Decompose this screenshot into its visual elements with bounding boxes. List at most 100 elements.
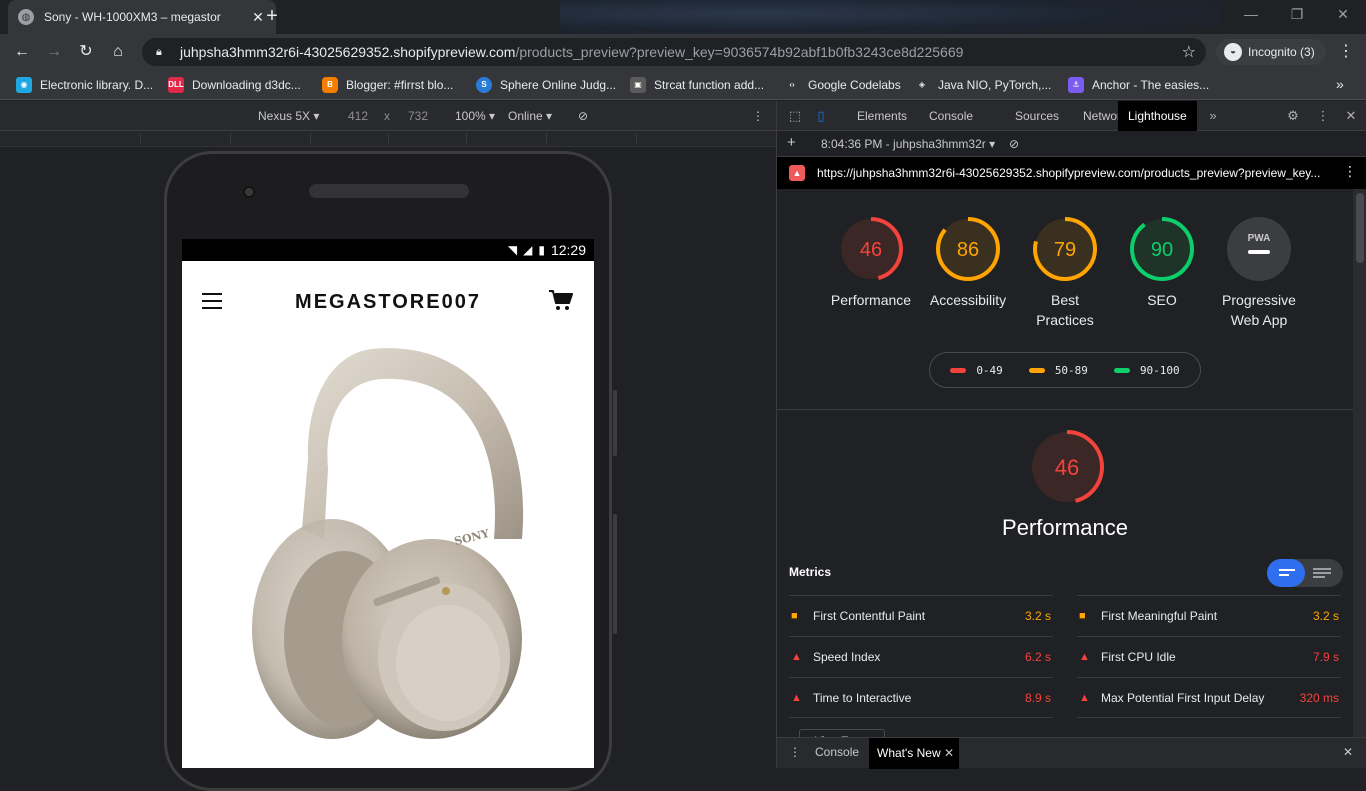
bookmark-item[interactable]: ⚓ Anchor - The easies... bbox=[1068, 76, 1209, 94]
device-select[interactable]: Nexus 5X ▾ bbox=[258, 109, 319, 123]
report-url[interactable]: https://juhpsha3hmm32r6i-43025629352.sho… bbox=[817, 166, 1333, 180]
address-bar[interactable]: 🔒︎ juhpsha3hmm32r6i-43025629352.shopifyp… bbox=[142, 38, 1206, 66]
lighthouse-logo-icon: ▲ bbox=[789, 165, 805, 181]
gauge-performance[interactable]: 46 Performance bbox=[823, 216, 919, 310]
bookmark-item[interactable]: ◉ Electronic library. D... bbox=[16, 76, 153, 94]
minimize-icon[interactable]: — bbox=[1228, 0, 1274, 30]
metrics-view-toggle[interactable] bbox=[1267, 559, 1343, 587]
gauge-best-practices[interactable]: 79 Best Practices bbox=[1017, 216, 1113, 330]
cart-icon[interactable] bbox=[548, 289, 574, 317]
store-logo[interactable]: MEGASTORE007 bbox=[182, 291, 594, 314]
report-scrollbar[interactable] bbox=[1353, 189, 1366, 737]
incognito-profile-button[interactable]: ◒ Incognito (3) bbox=[1216, 39, 1326, 65]
bookmark-label: Anchor - The easies... bbox=[1092, 78, 1210, 92]
product-image[interactable] bbox=[232, 339, 552, 749]
browser-menu-icon[interactable]: ⋮ bbox=[1336, 40, 1356, 64]
profile-label: Incognito (3) bbox=[1248, 45, 1315, 59]
toggle-compact-view[interactable] bbox=[1267, 559, 1305, 587]
legend-swatch-pass bbox=[1113, 368, 1130, 373]
metric-name: Time to Interactive bbox=[813, 690, 912, 705]
tab-elements[interactable]: Elements bbox=[847, 101, 917, 131]
device-more-icon[interactable]: ⋮ bbox=[752, 109, 764, 123]
close-drawer-tab-icon[interactable]: ✕ bbox=[944, 746, 954, 760]
legend-swatch-fail bbox=[950, 368, 967, 373]
inspect-element-icon[interactable]: ⬚ bbox=[787, 108, 803, 124]
metric-value: 6.2 s bbox=[1024, 650, 1051, 664]
close-devtools-icon[interactable]: ✕ bbox=[1343, 108, 1359, 124]
bookmark-label: Sphere Online Judg... bbox=[500, 78, 617, 92]
close-window-icon[interactable]: ✕ bbox=[1320, 0, 1366, 30]
bookmark-label: Blogger: #firrst blo... bbox=[346, 78, 454, 92]
home-icon[interactable]: ⌂ bbox=[106, 40, 130, 64]
close-drawer-icon[interactable]: ✕ bbox=[1343, 745, 1353, 759]
metric-value: 7.9 s bbox=[1312, 650, 1339, 664]
settings-gear-icon[interactable]: ⚙ bbox=[1285, 108, 1301, 124]
tab-strip: ◍ Sony - WH-1000XM3 – megastor ✕ + — ❐ ✕ bbox=[0, 0, 1366, 34]
drawer-menu-icon[interactable]: ⋮ bbox=[789, 745, 801, 759]
tab-lighthouse[interactable]: Lighthouse bbox=[1118, 101, 1197, 131]
scrollbar-thumb[interactable] bbox=[1356, 193, 1364, 263]
bookmark-item[interactable]: ‹› Google Codelabs bbox=[784, 76, 901, 94]
bookmark-item[interactable]: S Sphere Online Judg... bbox=[476, 76, 616, 94]
rotate-icon[interactable]: ⊘ bbox=[578, 109, 588, 123]
gauge-ring: 46 bbox=[839, 217, 903, 281]
gauge-ring: 46 bbox=[1030, 430, 1104, 504]
bookmark-favicon-icon: S bbox=[476, 77, 492, 93]
bookmark-item[interactable]: ▣ Strcat function add... bbox=[630, 76, 764, 94]
tab-sources[interactable]: Sources bbox=[1005, 101, 1069, 131]
bookmark-item[interactable]: ◈ Java NIO, PyTorch,... bbox=[914, 76, 1051, 94]
more-bookmarks-icon[interactable]: » bbox=[1336, 76, 1344, 92]
more-tabs-icon[interactable]: » bbox=[1205, 108, 1221, 124]
viewport-width-input[interactable]: 412 bbox=[348, 109, 368, 123]
bookmark-label: Strcat function add... bbox=[654, 78, 765, 92]
reload-icon[interactable]: ↻ bbox=[74, 40, 98, 64]
section-divider bbox=[777, 409, 1353, 410]
incognito-icon: ◒ bbox=[1224, 43, 1242, 61]
metric-value: 8.9 s bbox=[1024, 690, 1051, 705]
clear-reports-icon[interactable]: ⊘ bbox=[1009, 137, 1019, 151]
average-square-icon: ■ bbox=[791, 610, 798, 622]
bookmark-favicon-icon: ⚓ bbox=[1068, 77, 1084, 93]
legend-swatch-average bbox=[1028, 368, 1045, 373]
score-legend: 0-49 50-89 90-100 bbox=[929, 352, 1201, 388]
performance-gauge-large: 46 bbox=[1029, 429, 1104, 508]
back-icon[interactable]: ← bbox=[10, 40, 34, 64]
metric-name: Speed Index bbox=[813, 650, 881, 664]
gauge-accessibility[interactable]: 86 Accessibility bbox=[920, 216, 1016, 310]
bookmark-favicon-icon: ▣ bbox=[630, 77, 646, 93]
bookmark-label: Electronic library. D... bbox=[40, 78, 154, 92]
new-report-icon[interactable]: + bbox=[787, 134, 796, 151]
new-tab-button[interactable]: + bbox=[260, 4, 284, 28]
viewport-height-input[interactable]: 732 bbox=[408, 109, 428, 123]
bookmark-favicon-icon: ◉ bbox=[16, 77, 32, 93]
view-trace-button[interactable]: View Trace bbox=[799, 729, 885, 737]
phone-camera bbox=[243, 186, 255, 198]
network-select[interactable]: Online ▾ bbox=[508, 109, 552, 123]
gauge-label: Accessibility bbox=[929, 292, 1007, 308]
devtools-menu-icon[interactable]: ⋮ bbox=[1315, 108, 1331, 124]
phone-screen: ◥ ◢ ▮ 12:29 MEGASTORE007 SONY bbox=[182, 239, 594, 768]
zoom-select[interactable]: 100% ▾ bbox=[455, 109, 495, 123]
device-toggle-icon[interactable]: ▯ bbox=[813, 108, 829, 124]
report-select[interactable]: 8:04:36 PM - juhpsha3hmm32r ▾ bbox=[821, 137, 995, 151]
gauge-pwa[interactable]: PWA Progressive Web App bbox=[1211, 216, 1307, 330]
pwa-badge-icon: PWA bbox=[1227, 217, 1291, 281]
browser-tab[interactable]: ◍ Sony - WH-1000XM3 – megastor ✕ bbox=[8, 0, 276, 34]
drawer-tab-console[interactable]: Console bbox=[815, 745, 859, 759]
zoom-value: 100% bbox=[455, 109, 486, 123]
legend-item: 0-49 bbox=[950, 364, 1003, 377]
dimension-separator: x bbox=[384, 109, 390, 123]
gauge-value: 90 bbox=[1151, 239, 1173, 261]
bookmark-label: Java NIO, PyTorch,... bbox=[938, 78, 1052, 92]
forward-icon[interactable]: → bbox=[42, 40, 66, 64]
gauge-seo[interactable]: 90 SEO bbox=[1114, 216, 1210, 310]
bookmark-item[interactable]: B Blogger: #firrst blo... bbox=[322, 76, 453, 94]
tab-console[interactable]: Console bbox=[919, 101, 983, 131]
report-menu-icon[interactable]: ⋮ bbox=[1343, 163, 1357, 180]
bookmark-item[interactable]: DLL Downloading d3dc... bbox=[168, 76, 301, 94]
bookmark-star-icon[interactable]: ☆ bbox=[1182, 42, 1196, 62]
drawer-tab-whats-new[interactable]: What's New ✕ bbox=[869, 738, 959, 769]
restore-icon[interactable]: ❐ bbox=[1274, 0, 1320, 30]
globe-icon: ◍ bbox=[18, 9, 34, 25]
average-square-icon: ■ bbox=[1079, 610, 1086, 622]
